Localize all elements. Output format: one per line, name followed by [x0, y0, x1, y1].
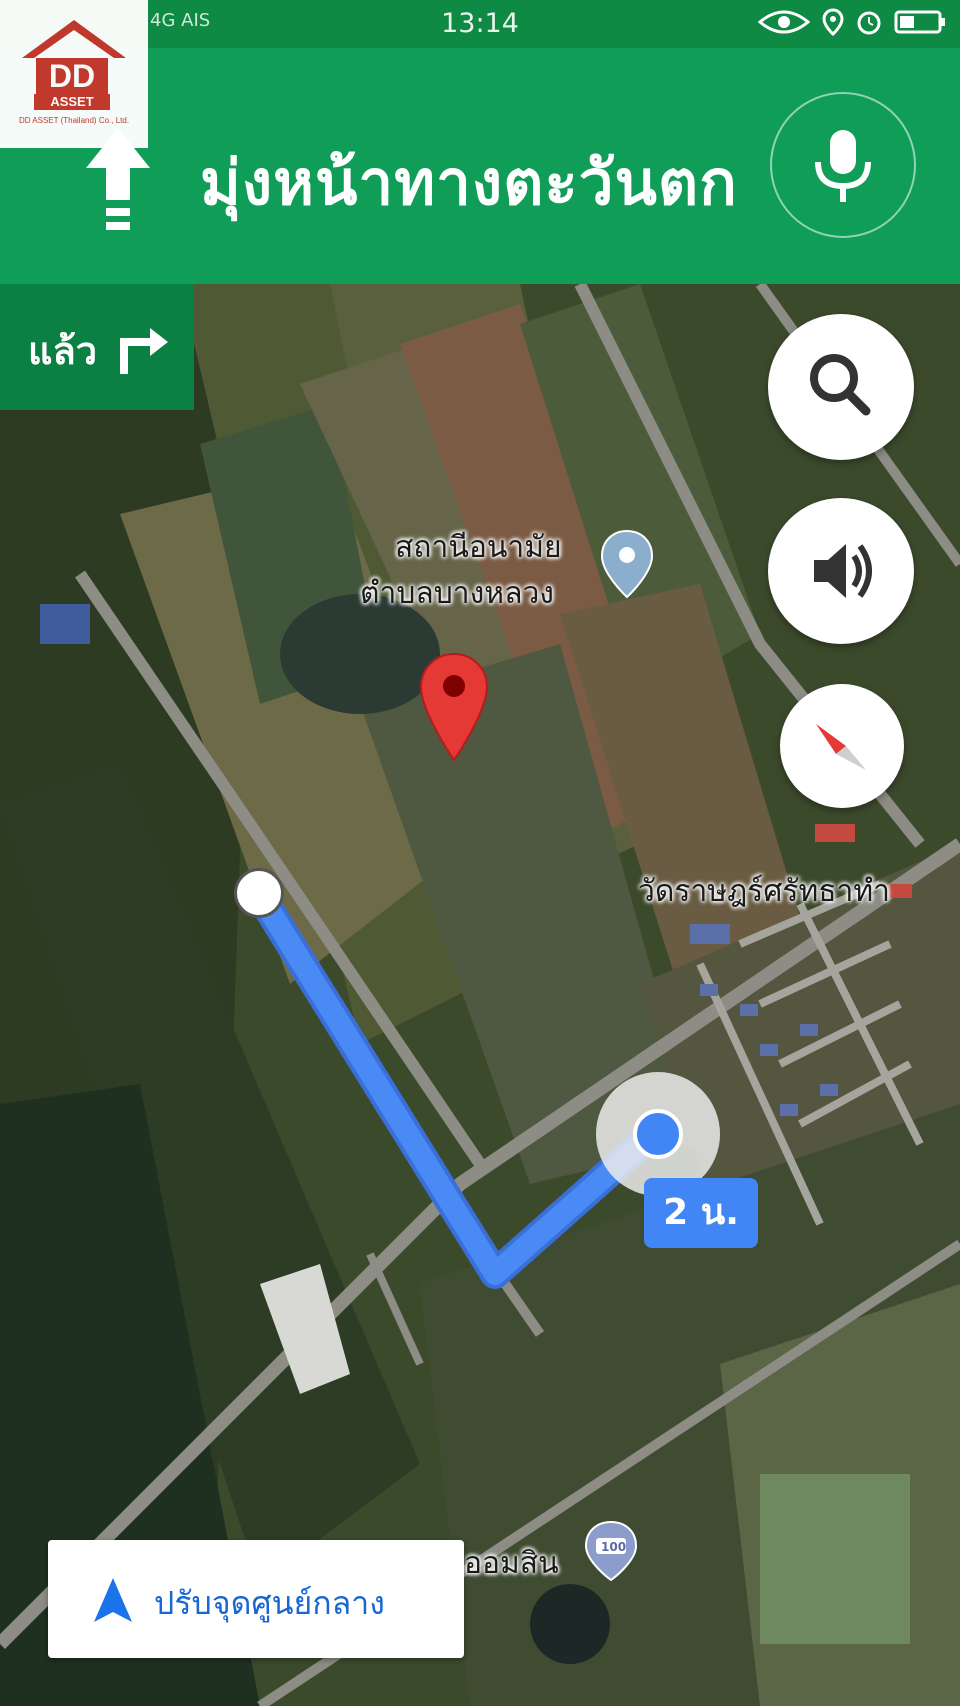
status-icons [758, 8, 948, 36]
poi-marker-icon[interactable] [600, 529, 654, 599]
then-label: แล้ว [28, 329, 98, 373]
then-turn-box[interactable]: แล้ว [0, 284, 194, 410]
place-label-health-station[interactable]: สถานีอนามัย [395, 524, 562, 571]
eye-icon [758, 10, 810, 34]
battery-icon [894, 10, 945, 34]
mic-button[interactable] [770, 92, 916, 238]
logo-brand: DD [36, 58, 108, 94]
place-label-health-station-sub[interactable]: ตำบลบางหลวง [360, 570, 554, 617]
volume-button[interactable] [768, 498, 914, 644]
map-view[interactable]: สถานีอนามัย ตำบลบางหลวง วัดราษฎร์ศรัทธาท… [0, 284, 960, 1706]
place-label-gsb[interactable]: ออมสิน [464, 1540, 559, 1587]
compass-icon [816, 724, 866, 770]
volume-icon [814, 544, 872, 598]
route-start-dot [234, 868, 284, 918]
search-icon [810, 354, 871, 416]
alarm-icon [857, 11, 881, 35]
recenter-button[interactable]: ปรับจุดศูนย์กลาง [48, 1540, 464, 1658]
turn-right-icon [120, 328, 168, 374]
current-location-dot [633, 1109, 683, 1159]
compass-button[interactable] [780, 684, 904, 808]
roof-icon [22, 20, 126, 58]
place-label-temple[interactable]: วัดราษฎร์ศรัทธาทำ [638, 868, 890, 915]
eta-badge[interactable]: 2 น. [644, 1178, 758, 1248]
logo-company: DD ASSET (Thailand) Co., Ltd. [18, 116, 130, 125]
poi-badge: 100 [601, 1540, 627, 1554]
navigation-arrow-icon [94, 1578, 132, 1622]
direction-instruction: มุ่งหน้าทางตะวันตก [200, 146, 738, 219]
pin-icon[interactable] [418, 652, 490, 764]
mic-icon [815, 130, 871, 202]
search-button[interactable] [768, 314, 914, 460]
company-logo: DD ASSET DD ASSET (Thailand) Co., Ltd. [0, 0, 148, 148]
location-icon [822, 8, 844, 36]
logo-sub: ASSET [34, 94, 110, 110]
recenter-label: ปรับจุดศูนย์กลาง [154, 1584, 385, 1622]
